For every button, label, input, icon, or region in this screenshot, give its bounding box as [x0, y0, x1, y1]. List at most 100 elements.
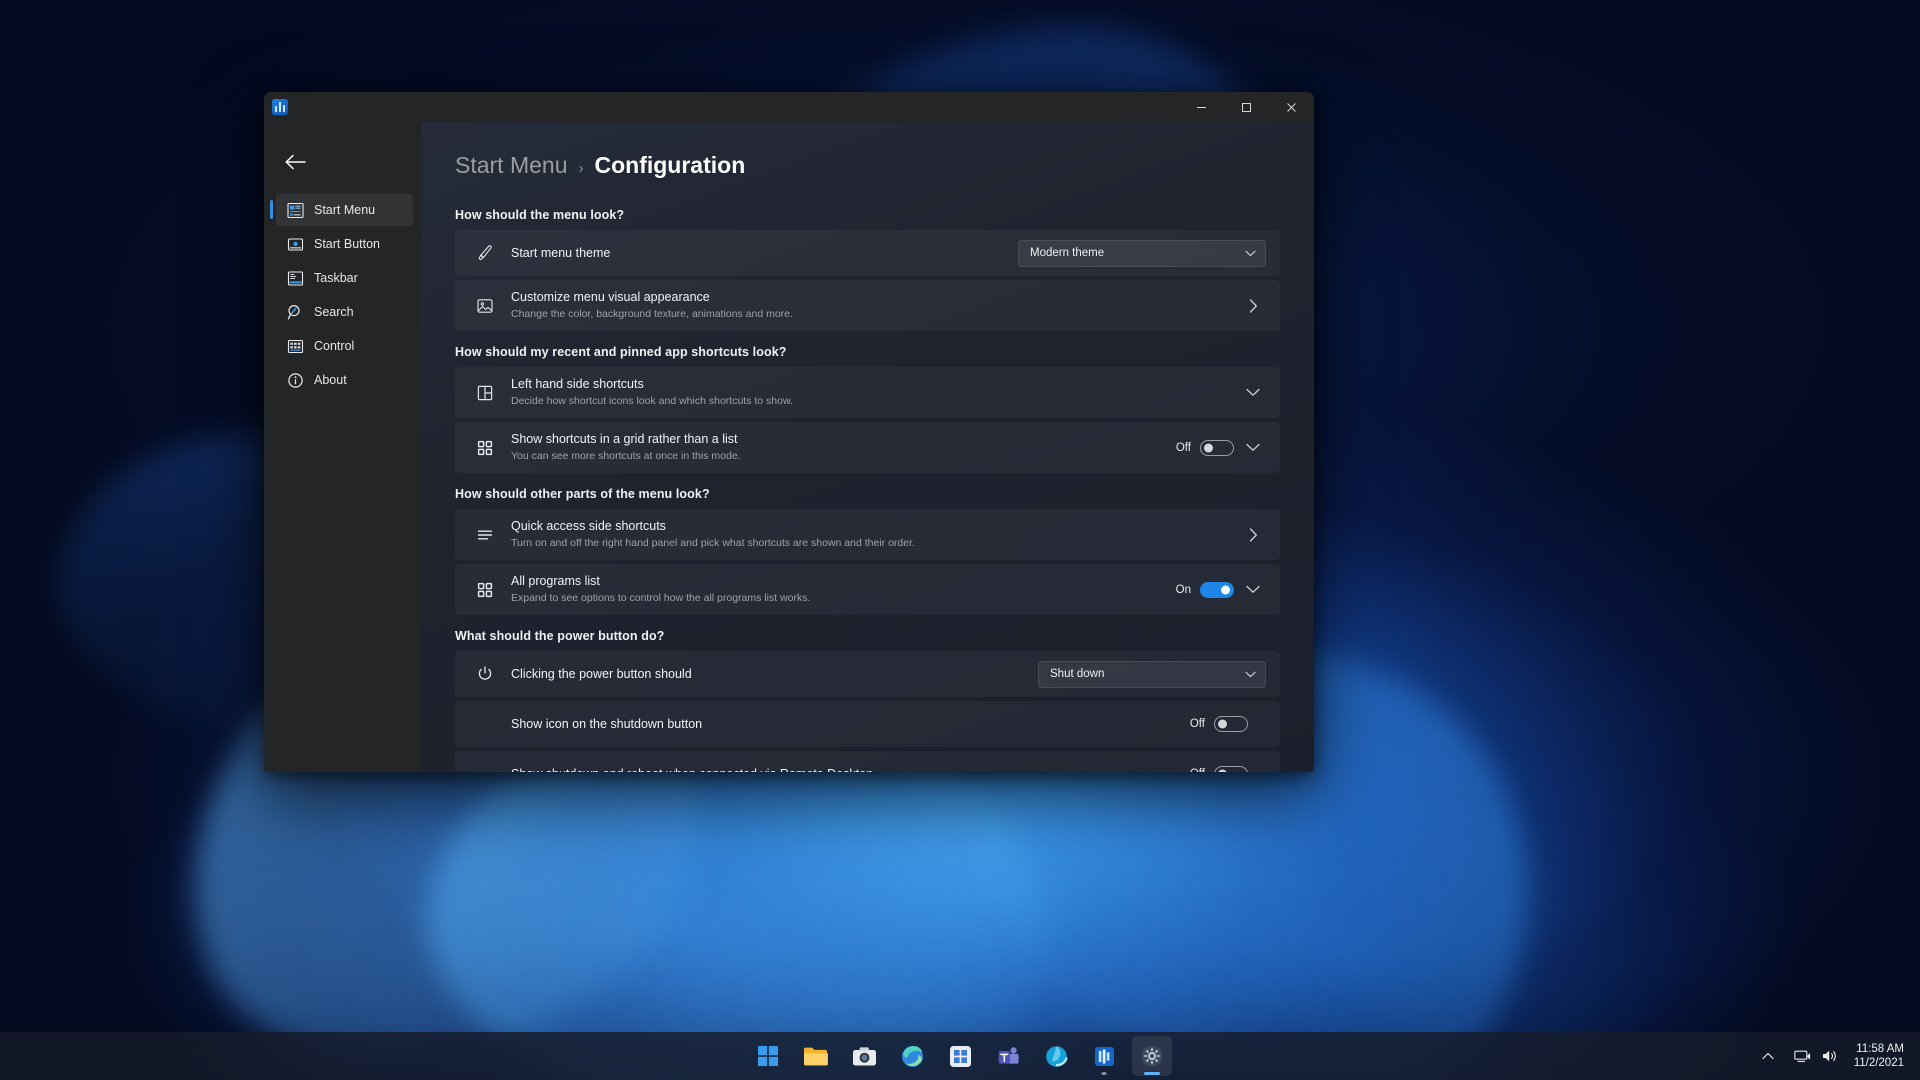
breadcrumb: Start Menu › Configuration: [421, 122, 1314, 179]
setting-subtitle: Expand to see options to control how the…: [511, 591, 811, 604]
chevron-down-icon: [1245, 671, 1256, 678]
volume-icon: [1822, 1050, 1836, 1062]
breadcrumb-parent[interactable]: Start Menu: [455, 152, 568, 179]
sidebar-item-label: About: [314, 373, 347, 387]
chevron-down-icon[interactable]: [1240, 388, 1266, 397]
setting-subtitle: Turn on and off the right hand panel and…: [511, 536, 915, 549]
setting-title: Show shortcuts in a grid rather than a l…: [511, 431, 738, 446]
sidebar-item-search[interactable]: Search: [276, 296, 413, 328]
setting-subtitle: Decide how shortcut icons look and which…: [511, 394, 793, 407]
chevron-down-icon: [1245, 250, 1256, 257]
taskbar-photos[interactable]: [1036, 1036, 1076, 1076]
back-arrow-icon: [285, 154, 306, 170]
select-value: Shut down: [1050, 668, 1105, 680]
back-button[interactable]: [277, 144, 313, 180]
taskbar-stardock-app[interactable]: [1084, 1036, 1124, 1076]
sidebar-item-start-button[interactable]: Start Button: [276, 228, 413, 260]
sidebar: Start Menu Start Button Taskbar Search C…: [264, 122, 421, 772]
sidebar-item-label: Start Button: [314, 237, 381, 251]
search-icon: [286, 303, 304, 321]
taskbar-microsoft-store[interactable]: [940, 1036, 980, 1076]
sidebar-item-about[interactable]: About: [276, 364, 413, 396]
taskbar-camera[interactable]: [844, 1036, 884, 1076]
breadcrumb-separator-icon: ›: [578, 160, 584, 177]
show-hidden-icons-button[interactable]: [1754, 1039, 1782, 1073]
grid-icon: [473, 580, 497, 600]
control-icon: [286, 337, 304, 355]
network-and-volume-button[interactable]: [1786, 1039, 1846, 1073]
setting-title: Show icon on the shutdown button: [511, 716, 703, 731]
app-logo-icon: [272, 99, 288, 115]
setting-title: Quick access side shortcuts: [511, 518, 666, 533]
setting-row-start-menu-theme[interactable]: Start menu theme Modern theme: [455, 230, 1280, 276]
main-content: Start Menu › Configuration How should th…: [421, 122, 1314, 772]
window-titlebar[interactable]: [264, 92, 1314, 122]
taskbar: 11:58 AM 11/2/2021: [0, 1032, 1920, 1080]
setting-subtitle: You can see more shortcuts at once in th…: [511, 449, 741, 462]
setting-title: Customize menu visual appearance: [511, 289, 710, 304]
close-button[interactable]: [1269, 92, 1314, 122]
setting-row-quick-access-side-shortcuts[interactable]: Quick access side shortcuts Turn on and …: [455, 509, 1280, 560]
taskbar-microsoft-teams[interactable]: [988, 1036, 1028, 1076]
section-heading: How should my recent and pinned app shor…: [455, 345, 787, 359]
sidebar-item-taskbar[interactable]: Taskbar: [276, 262, 413, 294]
start-menu-icon: [286, 201, 304, 219]
setting-title: Show shutdown and reboot when connected …: [511, 766, 1190, 772]
chevron-right-icon[interactable]: [1240, 527, 1266, 542]
taskbar-app-list: [748, 1032, 1172, 1080]
setting-row-customize-appearance[interactable]: Customize menu visual appearance Change …: [455, 280, 1280, 331]
maximize-button[interactable]: [1224, 92, 1269, 122]
image-icon: [473, 296, 497, 316]
taskbar-file-explorer[interactable]: [796, 1036, 836, 1076]
setting-row-left-hand-side-shortcuts[interactable]: Left hand side shortcuts Decide how shor…: [455, 367, 1280, 418]
app-window: Start Menu Start Button Taskbar Search C…: [264, 92, 1314, 772]
chevron-down-icon[interactable]: [1240, 443, 1266, 452]
info-icon: [286, 371, 304, 389]
select-value: Modern theme: [1030, 247, 1105, 259]
show-shutdown-remote-desktop-toggle[interactable]: [1214, 766, 1248, 772]
sidebar-item-control[interactable]: Control: [276, 330, 413, 362]
sidebar-item-label: Taskbar: [314, 271, 358, 285]
setting-row-power-button-action[interactable]: Clicking the power button should Shut do…: [455, 651, 1280, 697]
section-heading: How should the menu look?: [455, 208, 625, 222]
section-heading: How should other parts of the menu look?: [455, 487, 710, 501]
sidebar-item-label: Start Menu: [314, 203, 376, 217]
toggle-state-label: Off: [1190, 768, 1205, 772]
show-shortcuts-grid-toggle[interactable]: [1200, 439, 1234, 456]
window-controls: [1179, 92, 1314, 122]
power-icon: [473, 664, 497, 684]
taskbar-start-button[interactable]: [748, 1036, 788, 1076]
setting-title: Clicking the power button should: [511, 666, 692, 681]
setting-row-show-shortcuts-grid[interactable]: Show shortcuts in a grid rather than a l…: [455, 422, 1280, 473]
chevron-down-icon[interactable]: [1240, 585, 1266, 594]
all-programs-list-toggle[interactable]: [1200, 581, 1234, 598]
sidebar-item-start-menu[interactable]: Start Menu: [270, 194, 413, 226]
settings-scroll-area[interactable]: How should the menu look? Start menu the…: [421, 194, 1314, 772]
toggle-state-label: Off: [1175, 441, 1191, 454]
grid-icon: [473, 438, 497, 458]
power-button-action-select[interactable]: Shut down: [1038, 660, 1266, 688]
setting-subtitle: Change the color, background texture, an…: [511, 307, 793, 320]
taskbar-settings-app[interactable]: [1132, 1036, 1172, 1076]
setting-title: All programs list: [511, 573, 600, 588]
minimize-button[interactable]: [1179, 92, 1224, 122]
setting-row-show-icon-shutdown-button[interactable]: Show icon on the shutdown button Off: [455, 701, 1280, 747]
section-heading: What should the power button do?: [455, 629, 665, 643]
sidebar-item-label: Search: [314, 305, 354, 319]
taskbar-clock[interactable]: 11:58 AM 11/2/2021: [1850, 1042, 1912, 1071]
taskbar-microsoft-edge[interactable]: [892, 1036, 932, 1076]
start-menu-theme-select[interactable]: Modern theme: [1018, 239, 1266, 267]
setting-row-all-programs-list[interactable]: All programs list Expand to see options …: [455, 564, 1280, 615]
sidebar-item-label: Control: [314, 339, 355, 353]
taskbar-system-tray: 11:58 AM 11/2/2021: [1754, 1032, 1912, 1080]
toggle-state-label: Off: [1189, 718, 1205, 730]
show-icon-shutdown-button-toggle[interactable]: [1214, 716, 1248, 732]
list-lines-icon: [473, 525, 497, 545]
window-body: Start Menu Start Button Taskbar Search C…: [264, 122, 1314, 772]
setting-title: Left hand side shortcuts: [511, 376, 644, 391]
setting-row-show-shutdown-remote-desktop[interactable]: Show shutdown and reboot when connected …: [455, 751, 1280, 772]
chevron-right-icon[interactable]: [1240, 298, 1266, 313]
start-button-icon: [286, 235, 304, 253]
page-title: Configuration: [594, 152, 746, 178]
paintbrush-icon: [473, 243, 497, 263]
